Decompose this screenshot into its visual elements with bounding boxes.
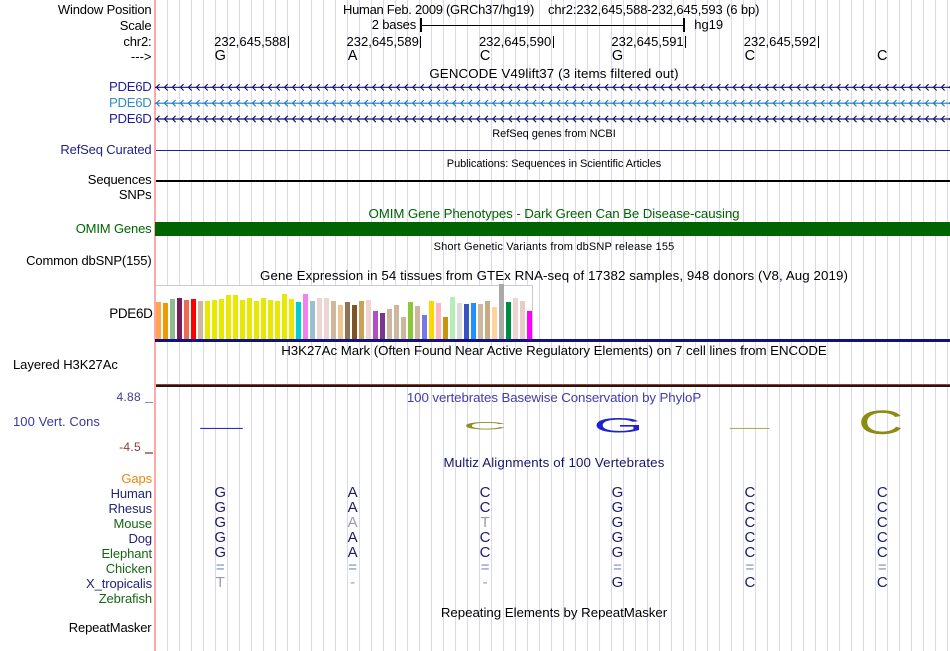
svg-text:C: C xyxy=(858,403,903,441)
svg-text:G: G xyxy=(593,414,644,438)
svg-text:C: C xyxy=(463,420,507,432)
